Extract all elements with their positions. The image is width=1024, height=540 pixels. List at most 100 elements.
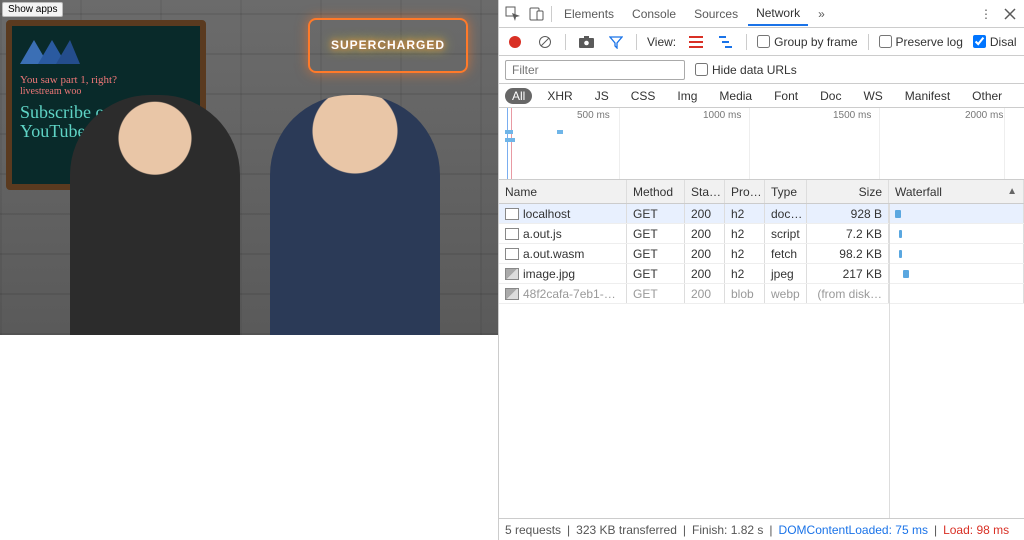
cell-protocol: h2 [725, 244, 765, 263]
type-filter-bar: All XHR JS CSS Img Media Font Doc WS Man… [499, 84, 1024, 108]
cell-method: GET [627, 204, 685, 223]
col-size[interactable]: Size [807, 180, 889, 203]
table-row[interactable]: image.jpg GET200h2jpeg217 KB [499, 264, 1024, 284]
filter-css[interactable]: CSS [624, 88, 663, 104]
person-right [270, 95, 440, 335]
col-waterfall[interactable]: Waterfall▲ [889, 180, 1024, 203]
col-method[interactable]: Method [627, 180, 685, 203]
table-row[interactable]: a.out.js GET200h2script7.2 KB [499, 224, 1024, 244]
neon-sign: SUPERCHARGED [308, 18, 468, 73]
close-devtools-icon[interactable] [1000, 4, 1020, 24]
cell-protocol: h2 [725, 264, 765, 283]
status-finish: Finish: 1.82 s [692, 523, 763, 537]
cell-waterfall [889, 284, 1024, 303]
table-header: Name Method Sta… Pro… Type Size Waterfal… [499, 180, 1024, 204]
view-list-icon[interactable] [686, 32, 706, 52]
filter-manifest[interactable]: Manifest [898, 88, 957, 104]
filter-media[interactable]: Media [712, 88, 759, 104]
filter-input[interactable] [505, 60, 685, 80]
cell-waterfall [889, 204, 1024, 223]
capture-screenshots-icon[interactable] [576, 32, 596, 52]
cell-name: image.jpg [523, 267, 575, 281]
status-bar: 5 requests | 323 KB transferred | Finish… [499, 518, 1024, 540]
filter-row: Hide data URLs [499, 56, 1024, 84]
cell-name: a.out.js [523, 227, 562, 241]
filter-all[interactable]: All [505, 88, 532, 104]
filter-xhr[interactable]: XHR [540, 88, 579, 104]
cell-name: localhost [523, 207, 570, 221]
cell-waterfall [889, 224, 1024, 243]
filter-img[interactable]: Img [670, 88, 704, 104]
cell-status: 200 [685, 204, 725, 223]
filter-icon[interactable] [606, 32, 626, 52]
cell-status: 200 [685, 244, 725, 263]
col-status[interactable]: Sta… [685, 180, 725, 203]
cell-name: 48f2cafa-7eb1-… [523, 287, 616, 301]
cell-method: GET [627, 284, 685, 303]
cell-size: 928 B [807, 204, 889, 223]
device-toolbar-icon[interactable] [527, 4, 547, 24]
inspect-element-icon[interactable] [503, 4, 523, 24]
tab-sources[interactable]: Sources [686, 3, 746, 25]
clear-icon[interactable] [535, 32, 555, 52]
view-waterfall-icon[interactable] [716, 32, 736, 52]
hide-data-urls-checkbox[interactable]: Hide data URLs [695, 63, 797, 77]
devtools-tabs: Elements Console Sources Network » [556, 2, 833, 26]
show-apps-button[interactable]: Show apps [2, 2, 63, 17]
cell-method: GET [627, 224, 685, 243]
cell-method: GET [627, 264, 685, 283]
group-by-frame-checkbox[interactable]: Group by frame [757, 35, 857, 49]
cell-size: (from disk… [807, 284, 889, 303]
table-row[interactable]: a.out.wasmGET200h2fetch98.2 KB [499, 244, 1024, 264]
record-icon[interactable] [505, 32, 525, 52]
kebab-menu-icon[interactable]: ⋮ [976, 4, 996, 24]
tab-console[interactable]: Console [624, 3, 684, 25]
devtools-panel: Elements Console Sources Network » ⋮ [498, 0, 1024, 540]
content-area: You saw part 1, right? livestream woo Su… [0, 0, 498, 540]
filter-font[interactable]: Font [767, 88, 805, 104]
status-load: Load: 98 ms [943, 523, 1009, 537]
timeline-overview[interactable]: 500 ms 1000 ms 1500 ms 2000 ms [499, 108, 1024, 180]
table-row[interactable]: localhost GET200h2doc…928 B [499, 204, 1024, 224]
request-table: Name Method Sta… Pro… Type Size Waterfal… [499, 180, 1024, 518]
cell-size: 7.2 KB [807, 224, 889, 243]
devtools-main-toolbar: Elements Console Sources Network » ⋮ [499, 0, 1024, 28]
cell-size: 217 KB [807, 264, 889, 283]
sort-indicator-icon: ▲ [1007, 186, 1017, 197]
person-left [70, 95, 240, 335]
cell-type: webp [765, 284, 807, 303]
col-name[interactable]: Name [499, 180, 627, 203]
tab-network[interactable]: Network [748, 2, 808, 26]
cell-method: GET [627, 244, 685, 263]
cell-protocol: blob [725, 284, 765, 303]
status-dcl: DOMContentLoaded: 75 ms [779, 523, 928, 537]
cell-protocol: h2 [725, 224, 765, 243]
cell-type: doc… [765, 204, 807, 223]
col-protocol[interactable]: Pro… [725, 180, 765, 203]
video-still: You saw part 1, right? livestream woo Su… [0, 0, 498, 335]
status-requests: 5 requests [505, 523, 561, 537]
cell-status: 200 [685, 224, 725, 243]
table-row[interactable]: 48f2cafa-7eb1-… GET200blobwebp(from disk… [499, 284, 1024, 304]
file-icon [505, 268, 519, 280]
disable-cache-checkbox[interactable]: Disal [973, 35, 1017, 49]
cell-type: jpeg [765, 264, 807, 283]
view-label: View: [647, 35, 676, 49]
file-icon [505, 288, 519, 300]
preserve-log-checkbox[interactable]: Preserve log [879, 35, 963, 49]
col-type[interactable]: Type [765, 180, 807, 203]
cell-type: script [765, 224, 807, 243]
filter-js[interactable]: JS [588, 88, 616, 104]
filter-ws[interactable]: WS [856, 88, 889, 104]
tab-elements[interactable]: Elements [556, 3, 622, 25]
network-toolbar: View: Group by frame Preserve log Disal [499, 28, 1024, 56]
cell-status: 200 [685, 284, 725, 303]
cell-waterfall [889, 244, 1024, 263]
cell-status: 200 [685, 264, 725, 283]
cell-protocol: h2 [725, 204, 765, 223]
file-icon [505, 208, 519, 220]
filter-other[interactable]: Other [965, 88, 1009, 104]
filter-doc[interactable]: Doc [813, 88, 848, 104]
status-transferred: 323 KB transferred [576, 523, 677, 537]
tab-overflow[interactable]: » [810, 3, 833, 25]
